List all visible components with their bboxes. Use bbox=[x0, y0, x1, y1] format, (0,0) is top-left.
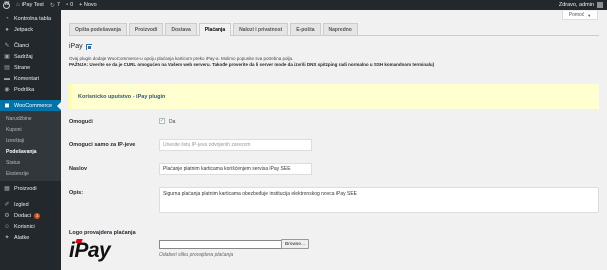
sidebar-item-label: WooCommerce bbox=[14, 102, 53, 109]
sidebar-item-label: Korisnici bbox=[14, 223, 35, 230]
sidebar-item-label: Kontrolna tabla bbox=[14, 15, 51, 22]
ipay-logo: iPay bbox=[69, 239, 111, 263]
file-hint: Odaberi sliku provajdera plaćanja bbox=[159, 252, 234, 258]
wordpress-icon bbox=[3, 1, 10, 9]
user-guide-link[interactable]: Korisnicko uputstvo - iPay plugin bbox=[78, 94, 165, 100]
submenu-item-coupons[interactable]: Kuponi bbox=[0, 124, 61, 135]
sidebar-item-posts[interactable]: ✎ Članci bbox=[0, 40, 61, 51]
ip-restriction-label: Omoguci samo za IP-jeve bbox=[69, 142, 136, 148]
tab-shipping[interactable]: Dostava bbox=[165, 23, 197, 35]
sidebar-item-support[interactable]: ◉ Podrška bbox=[0, 84, 61, 95]
sidebar-item-plugins[interactable]: ⚙ Dodaci 3 bbox=[0, 210, 61, 221]
sidebar-item-woocommerce[interactable]: ◼ WooCommerce bbox=[0, 100, 61, 111]
settings-tabs: Opšta podešavanja Proizvodi Dostava Plać… bbox=[69, 23, 599, 36]
jetpack-icon: ● bbox=[5, 26, 9, 33]
sidebar-item-label: Jetpack bbox=[14, 26, 33, 33]
sidebar-item-appearance[interactable]: ✐ Izgled bbox=[0, 199, 61, 210]
submenu-item-settings[interactable]: Podešavanja bbox=[0, 146, 61, 157]
site-name: iPay Test bbox=[21, 2, 44, 8]
logo-file-input[interactable] bbox=[159, 240, 293, 249]
products-icon: ▦ bbox=[4, 186, 10, 192]
updates-link[interactable]: ↻ 7 bbox=[47, 0, 63, 10]
dashboard-icon: ◔ bbox=[5, 15, 9, 22]
admin-bar: ⌂iPay Test ↻7 ▪0 + Novo Zdravo, admin bbox=[0, 0, 607, 10]
support-icon: ◉ bbox=[4, 87, 10, 93]
wordpress-logo-button[interactable] bbox=[0, 0, 13, 10]
sidebar-item-label: Dodaci bbox=[14, 212, 32, 219]
ip-restriction-input[interactable]: Unesite listu IP-jeva odvojenih zarezom bbox=[159, 139, 312, 151]
provider-logo-label: Logo provajdera plaćanja bbox=[69, 230, 136, 236]
tab-emails[interactable]: E-pošta bbox=[290, 23, 321, 35]
submenu-item-reports[interactable]: Izveštaji bbox=[0, 135, 61, 146]
sidebar-item-label: Podrška bbox=[14, 86, 35, 93]
comments-link[interactable]: ▪ 0 bbox=[63, 0, 76, 10]
comment-bubble-icon: ▪ bbox=[65, 2, 69, 8]
help-button[interactable]: Pomoć ▼ bbox=[562, 11, 598, 20]
sidebar-item-dashboard[interactable]: ◔ Kontrolna tabla bbox=[0, 13, 61, 24]
media-icon: ▣ bbox=[4, 54, 10, 60]
tab-general[interactable]: Opšta podešavanja bbox=[69, 23, 127, 35]
plugins-icon: ⚙ bbox=[4, 213, 10, 219]
checkmark-icon: ✓ bbox=[159, 118, 165, 124]
submenu-item-extensions[interactable]: Ekstenzije bbox=[0, 168, 61, 179]
new-label: + Novo bbox=[79, 2, 97, 8]
section-title-text: iPay bbox=[69, 43, 83, 50]
info-notice: Korisnicko uputstvo - iPay plugin bbox=[69, 84, 599, 109]
pin-icon: ✎ bbox=[4, 43, 10, 49]
browse-button[interactable]: Browse... bbox=[281, 239, 309, 249]
title-input[interactable]: Plaćanje platnim karticama korišćenjem s… bbox=[159, 163, 312, 175]
new-content-link[interactable]: + Novo bbox=[76, 0, 100, 10]
tab-accounts-privacy[interactable]: Nalozi i privatnost bbox=[233, 23, 289, 35]
user-greeting[interactable]: Zdravo, admin bbox=[559, 2, 594, 8]
section-description: Ovaj plugin dodaje WooCommerce-u opciju … bbox=[69, 56, 589, 68]
updates-count: 7 bbox=[56, 2, 60, 8]
plugins-update-badge: 3 bbox=[34, 212, 41, 219]
updates-icon: ↻ bbox=[49, 2, 55, 9]
chevron-down-icon: ▼ bbox=[587, 12, 592, 18]
help-label: Pomoć bbox=[568, 12, 585, 18]
woocommerce-icon: ◼ bbox=[4, 103, 10, 109]
page-icon: ▤ bbox=[4, 65, 10, 71]
sidebar-item-label: Komentari bbox=[14, 75, 40, 82]
sidebar-item-label: Sadržaj bbox=[14, 53, 33, 60]
title-label: Naslov bbox=[69, 166, 88, 172]
enable-checkbox-label[interactable]: Da bbox=[169, 119, 175, 125]
description-textarea[interactable]: Sigurna plaćanja platnim karticama obezb… bbox=[159, 187, 599, 213]
sidebar-item-users[interactable]: ☺ Korisnici bbox=[0, 221, 61, 232]
tools-icon: ✦ bbox=[4, 235, 10, 241]
sidebar-item-media[interactable]: ▣ Sadržaj bbox=[0, 51, 61, 62]
sidebar-item-comments[interactable]: ▬ Komentari bbox=[0, 73, 61, 84]
submenu-item-orders[interactable]: Narudžbine bbox=[0, 113, 61, 124]
sidebar-item-label: Članci bbox=[14, 42, 30, 49]
tab-payments[interactable]: Plaćanja bbox=[198, 23, 232, 36]
comment-icon: ▬ bbox=[4, 75, 10, 82]
tab-advanced[interactable]: Napredno bbox=[322, 23, 358, 35]
tab-products[interactable]: Proizvodi bbox=[128, 23, 164, 35]
enable-checkbox[interactable]: ✓ bbox=[159, 118, 165, 124]
admin-sidebar: ◔ Kontrolna tabla ● Jetpack ✎ Članci ▣ Sadrž… bbox=[0, 10, 61, 270]
comments-count: 0 bbox=[70, 2, 74, 8]
home-icon: ⌂ bbox=[16, 2, 20, 8]
description-label: Opis: bbox=[69, 190, 84, 196]
main-content: Pomoć ▼ Opšta podešavanja Proizvodi Dosta… bbox=[61, 10, 607, 270]
site-name-link[interactable]: ⌂ iPay Test bbox=[13, 0, 47, 10]
woocommerce-submenu: Narudžbine Kuponi Izveštaji Podešavanja … bbox=[0, 111, 61, 181]
enable-label: Omogući bbox=[69, 119, 93, 125]
appearance-icon: ✐ bbox=[4, 202, 10, 208]
sidebar-item-label: Izgled bbox=[14, 201, 29, 208]
sidebar-item-jetpack[interactable]: ● Jetpack bbox=[0, 24, 61, 35]
sidebar-item-label: Proizvodi bbox=[14, 185, 37, 192]
return-link-icon[interactable] bbox=[85, 43, 93, 50]
sidebar-item-pages[interactable]: ▤ Strane bbox=[0, 62, 61, 73]
sidebar-item-tools[interactable]: ✦ Alatke bbox=[0, 232, 61, 243]
submenu-item-status[interactable]: Status bbox=[0, 157, 61, 168]
warning-text: PAŽNJA: Uverite se da je CURL omogućen n… bbox=[69, 62, 435, 67]
sidebar-item-label: Strane bbox=[14, 64, 31, 71]
sidebar-item-label: Alatke bbox=[14, 234, 30, 241]
sidebar-item-products[interactable]: ▦ Proizvodi bbox=[0, 183, 61, 194]
avatar[interactable] bbox=[597, 2, 603, 8]
page-title: iPay bbox=[69, 43, 93, 50]
users-icon: ☺ bbox=[3, 223, 11, 230]
